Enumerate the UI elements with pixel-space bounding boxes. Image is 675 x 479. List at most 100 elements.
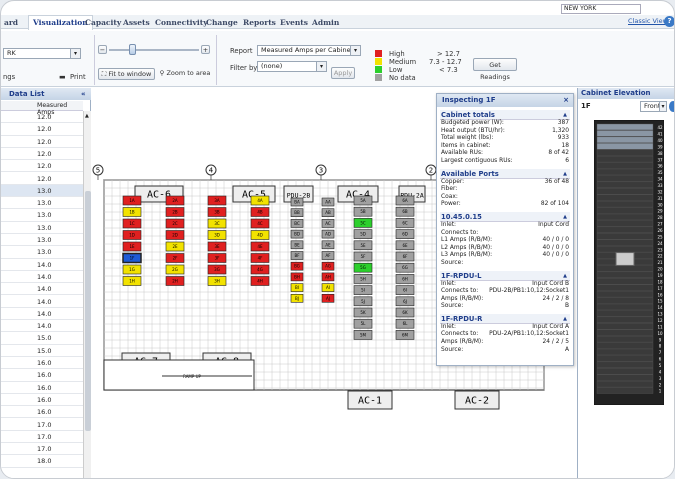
- rack-unit-slot[interactable]: [596, 342, 654, 349]
- rack-unit-slot[interactable]: [596, 361, 654, 368]
- rack-unit-slot[interactable]: [596, 335, 654, 343]
- rack-unit-slot[interactable]: [596, 290, 654, 298]
- collapse-section-icon[interactable]: ▲: [563, 271, 567, 281]
- table-row[interactable]: 15.0: [1, 345, 83, 357]
- rack-unit-slot[interactable]: [596, 278, 654, 285]
- rack-unit-slot[interactable]: [596, 220, 654, 227]
- zoom-to-area-button[interactable]: ⚲ Zoom to area: [159, 68, 211, 80]
- scroll-up-icon[interactable]: ▲: [85, 113, 90, 127]
- table-row[interactable]: 12.0: [1, 136, 83, 148]
- location-select[interactable]: NEW YORK: [561, 4, 641, 14]
- rack-unit-slot[interactable]: [596, 194, 654, 201]
- rack-unit-slot[interactable]: [596, 207, 654, 214]
- table-row[interactable]: 17.0: [1, 431, 83, 444]
- rack-unit-slot[interactable]: [596, 368, 654, 375]
- help-icon[interactable]: ?: [664, 16, 674, 27]
- table-row[interactable]: 13.0: [1, 197, 83, 210]
- rack-unit-slot[interactable]: [596, 143, 654, 150]
- nav-change[interactable]: Change: [206, 18, 238, 27]
- table-row[interactable]: 16.0: [1, 382, 83, 394]
- close-icon[interactable]: ×: [563, 94, 569, 107]
- rack-unit-slot[interactable]: [596, 155, 654, 163]
- table-row[interactable]: 14.0: [1, 271, 83, 284]
- info-icon[interactable]: [669, 101, 674, 112]
- view-select[interactable]: Front ▾: [640, 101, 667, 112]
- nav-reports[interactable]: Reports: [243, 18, 276, 27]
- inspector-section-title[interactable]: 10.45.0.15 ▲: [440, 211, 570, 222]
- rack-unit-slot[interactable]: [596, 303, 654, 311]
- rack-unit-slot[interactable]: [596, 374, 654, 381]
- table-row[interactable]: 15.0: [1, 332, 83, 345]
- rack-unit-slot[interactable]: [596, 265, 654, 272]
- inspector-section-title[interactable]: 1F-RPDU-R ▲: [440, 313, 570, 324]
- zoom-slider-track[interactable]: [109, 49, 199, 51]
- table-row[interactable]: 16.0: [1, 406, 83, 419]
- nav-admin[interactable]: Admin: [312, 18, 339, 27]
- table-row[interactable]: 14.0: [1, 308, 83, 321]
- rack-unit-slot[interactable]: [596, 284, 654, 291]
- highlighted-device[interactable]: [615, 252, 635, 266]
- collapse-section-icon[interactable]: ▲: [563, 212, 567, 222]
- table-row[interactable]: 17.0: [1, 443, 83, 456]
- table-row[interactable]: 14.0: [1, 296, 83, 308]
- zoom-in-button[interactable]: +: [201, 45, 210, 54]
- rack-unit-slot[interactable]: [596, 245, 654, 253]
- table-row[interactable]: 16.0: [1, 357, 83, 370]
- classic-view-link[interactable]: Classic View: [628, 17, 668, 25]
- rack-unit-slot[interactable]: [596, 226, 654, 233]
- apply-button[interactable]: Apply: [331, 67, 355, 79]
- zoom-slider-handle[interactable]: [129, 44, 136, 55]
- nav-dashboard[interactable]: ard: [4, 18, 18, 27]
- rack-unit-slot[interactable]: [596, 136, 654, 143]
- rack-unit-slot[interactable]: [596, 310, 654, 317]
- table-row[interactable]: 14.0: [1, 259, 83, 271]
- table-row[interactable]: 13.0: [1, 246, 83, 259]
- table-row[interactable]: 14.0: [1, 283, 83, 296]
- inspector-section-title[interactable]: Available Ports ▲: [440, 168, 570, 179]
- scrollbar-thumb[interactable]: [85, 191, 91, 431]
- rack-unit-slot[interactable]: [596, 200, 654, 208]
- collapse-section-icon[interactable]: ▲: [563, 110, 567, 120]
- table-row[interactable]: 17.0: [1, 419, 83, 431]
- get-readings-button[interactable]: Get Readings: [473, 58, 517, 81]
- rack-unit-slot[interactable]: [596, 168, 654, 176]
- rack-unit-slot[interactable]: [596, 316, 654, 323]
- rack-unit-slot[interactable]: [596, 239, 654, 246]
- scrollbar[interactable]: ▲: [83, 111, 91, 478]
- rack-unit-slot[interactable]: [596, 329, 654, 336]
- table-row[interactable]: 13.0: [1, 222, 83, 234]
- table-row[interactable]: 13.0: [1, 209, 83, 222]
- fit-to-window-button[interactable]: ⛶ Fit to window: [98, 68, 155, 80]
- rack-unit-slot[interactable]: [596, 380, 654, 388]
- table-row[interactable]: 12.0: [1, 111, 83, 124]
- table-row[interactable]: 12.0: [1, 160, 83, 173]
- table-row[interactable]: 14.0: [1, 320, 83, 333]
- site-select[interactable]: RK ▾: [3, 48, 81, 59]
- rack-unit-slot[interactable]: [596, 162, 654, 169]
- collapse-section-icon[interactable]: ▲: [563, 169, 567, 179]
- report-select[interactable]: Measured Amps per Cabinet ▾: [257, 45, 361, 56]
- rack-unit-slot[interactable]: [596, 297, 654, 304]
- nav-assets[interactable]: Assets: [123, 18, 150, 27]
- inspector-section-title[interactable]: 1F-RPDU-L ▲: [440, 270, 570, 281]
- filter-select[interactable]: (none) ▾: [257, 61, 327, 72]
- table-row[interactable]: 16.0: [1, 369, 83, 382]
- rack-unit-slot[interactable]: [596, 348, 654, 356]
- rack-unit-slot[interactable]: [596, 323, 654, 330]
- table-row[interactable]: 12.0: [1, 123, 83, 136]
- rack-unit-slot[interactable]: [596, 130, 654, 137]
- rack-unit-slot[interactable]: [596, 149, 654, 156]
- rack-unit-slot[interactable]: [596, 213, 654, 221]
- zoom-out-button[interactable]: −: [98, 45, 107, 54]
- table-row[interactable]: 12.0: [1, 148, 83, 161]
- rack-unit-slot[interactable]: [596, 181, 654, 188]
- table-row[interactable]: 13.0: [1, 184, 83, 198]
- rack-unit-slot[interactable]: [596, 233, 654, 240]
- table-row[interactable]: 16.0: [1, 394, 83, 407]
- rack-unit-slot[interactable]: [596, 123, 654, 131]
- inspector-section-title[interactable]: Cabinet totals ▲: [440, 110, 570, 120]
- rings-label[interactable]: ngs: [3, 73, 15, 81]
- nav-visualization[interactable]: Visualization: [28, 15, 93, 30]
- rack-unit-slot[interactable]: [596, 387, 654, 394]
- rack-unit-slot[interactable]: [596, 175, 654, 182]
